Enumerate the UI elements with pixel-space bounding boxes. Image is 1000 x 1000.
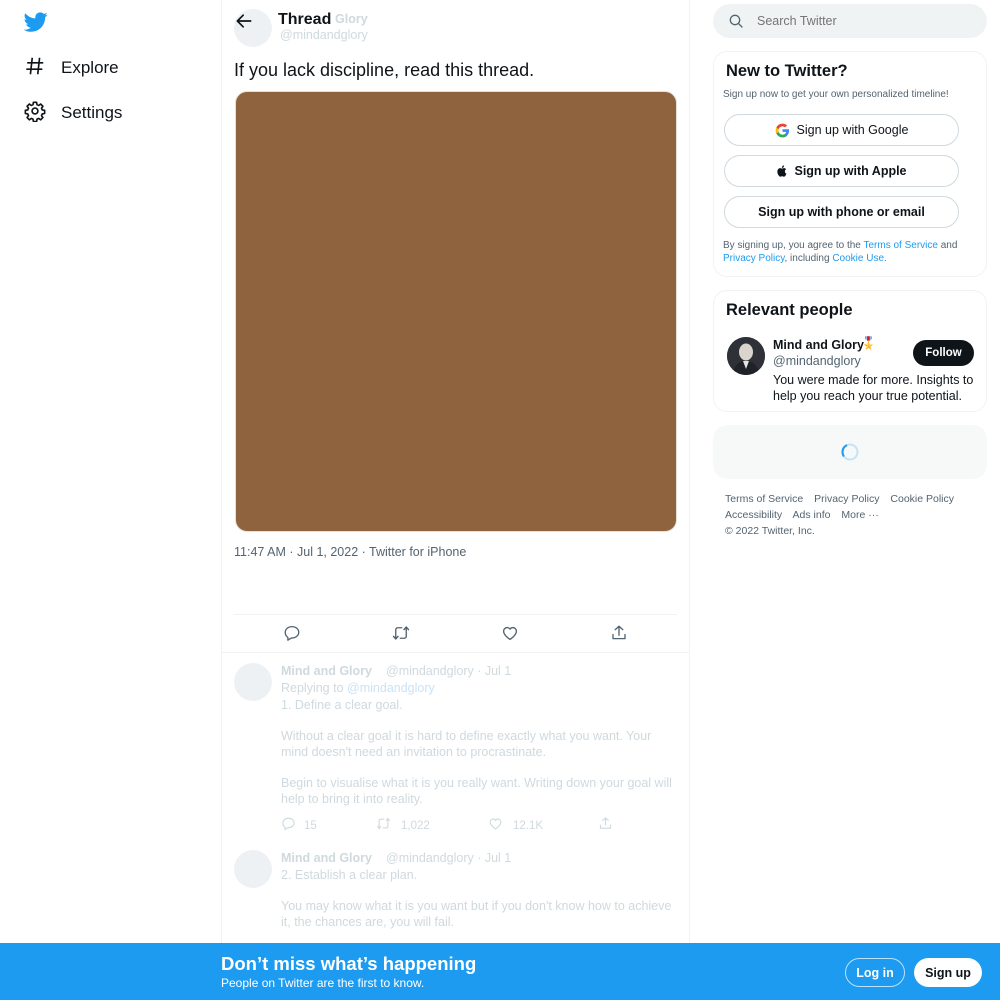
apple-logo-icon — [776, 164, 789, 178]
reply-stat-replies[interactable]: 15 — [281, 816, 317, 836]
reply-handle-date: @mindandglory · Jul 1 — [386, 664, 512, 678]
reply-icon — [281, 816, 296, 836]
nav-item-settings[interactable]: Settings — [24, 93, 122, 133]
retweet-icon[interactable] — [392, 624, 410, 642]
signup-card-title: New to Twitter? — [726, 62, 848, 80]
signup-card-subtitle: Sign up now to get your own personalized… — [723, 89, 949, 100]
reply-handle-date: @mindandglory · Jul 1 — [386, 851, 512, 865]
reply-author-name: Mind and Glory — [281, 664, 372, 678]
reply-paragraph: Begin to visualise what it is you really… — [281, 776, 672, 807]
back-arrow-icon[interactable] — [234, 11, 254, 31]
reply-body: 1. Define a clear goal. Without a clear … — [281, 698, 679, 808]
reply-author-name: Mind and Glory — [281, 851, 372, 865]
replying-to-label: Replying to — [281, 681, 344, 695]
cookie-link[interactable]: Cookie Use. — [832, 253, 886, 264]
divider — [222, 652, 689, 653]
reply-paragraph: 1. Define a clear goal. — [281, 698, 403, 712]
signup-google-label: Sign up with Google — [796, 123, 909, 137]
footer-links: Terms of Service Privacy Policy Cookie P… — [725, 491, 975, 539]
login-button[interactable]: Log in — [845, 958, 905, 987]
reply-paragraph: Without a clear goal it is hard to defin… — [281, 729, 652, 760]
nav-item-explore[interactable]: Explore — [24, 48, 119, 88]
replying-to-handle[interactable]: @mindandglory — [347, 681, 435, 695]
loading-spinner-icon — [840, 442, 860, 462]
retweet-icon — [376, 816, 391, 836]
author-handle-faded: @mindandglory — [280, 28, 368, 42]
banner-subtitle: People on Twitter are the first to know. — [221, 976, 425, 990]
tweet-text: If you lack discipline, read this thread… — [234, 60, 535, 80]
twitter-bird-icon[interactable] — [23, 10, 48, 34]
nav-item-label: Settings — [61, 103, 123, 122]
footer-link-ads-info[interactable]: Ads info — [793, 509, 831, 521]
reply-count: 15 — [304, 820, 317, 832]
signup-phone-email-label: Sign up with phone or email — [758, 205, 925, 219]
tweet-meta: 11:47 AM · Jul 1, 2022 · Twitter for iPh… — [234, 545, 467, 559]
replying-to: Replying to @mindandglory — [281, 681, 435, 695]
person-handle: @mindandglory — [773, 354, 861, 368]
footer-link-privacy[interactable]: Privacy Policy — [814, 493, 879, 505]
banner-title: Don’t miss what’s happening — [221, 953, 477, 974]
footer-copyright: © 2022 Twitter, Inc. — [725, 525, 815, 537]
reply-body: 2. Establish a clear plan. You may know … — [281, 868, 679, 931]
legal-text: , including — [784, 253, 830, 264]
privacy-link[interactable]: Privacy Policy — [723, 253, 785, 264]
reply-icon[interactable] — [283, 624, 301, 642]
avatar[interactable] — [727, 337, 765, 375]
like-icon[interactable] — [501, 624, 519, 642]
login-label: Log in — [856, 965, 894, 980]
author-name-faded: Glory — [335, 12, 368, 26]
footer-link-accessibility[interactable]: Accessibility — [725, 509, 782, 521]
signup-button[interactable]: Sign up — [914, 958, 982, 987]
person-name[interactable]: Mind and Glory — [773, 338, 864, 352]
legal-text: By signing up, you agree to the — [723, 240, 861, 251]
nav-item-label: Explore — [61, 58, 119, 77]
follow-button[interactable]: Follow — [913, 340, 974, 366]
medal-badge-icon: 🎖️ — [861, 336, 876, 350]
signup-apple-button[interactable]: Sign up with Apple — [724, 155, 959, 187]
like-icon — [488, 816, 503, 836]
tweet-media-image[interactable] — [235, 91, 677, 532]
footer-link-terms[interactable]: Terms of Service — [725, 493, 803, 505]
share-icon[interactable] — [598, 816, 613, 836]
reply-stat-retweets[interactable]: 1,022 — [376, 816, 430, 836]
retweet-count: 1,022 — [401, 820, 430, 832]
left-nav: Explore Settings — [0, 0, 222, 1000]
bottom-signup-banner: Don’t miss what’s happening People on Tw… — [0, 943, 1000, 1000]
page-title: Thread — [278, 11, 332, 29]
main-column: Glory @mindandglory Thread If you lack d… — [221, 0, 690, 1000]
follow-label: Follow — [925, 347, 962, 359]
signup-phone-email-button[interactable]: Sign up with phone or email — [724, 196, 959, 228]
reply-stat-likes[interactable]: 12.1K — [488, 816, 543, 836]
relevant-people-title: Relevant people — [726, 301, 853, 319]
search-bar[interactable] — [713, 4, 987, 38]
signup-apple-label: Sign up with Apple — [794, 164, 907, 178]
person-bio: You were made for more. Insights to help… — [773, 373, 974, 403]
signup-card: New to Twitter? Sign up now to get your … — [713, 51, 987, 277]
legal-text: and — [940, 240, 958, 251]
relevant-people-card: Relevant people Mind and Glory 🎖️ @minda… — [713, 290, 987, 412]
divider — [234, 614, 677, 615]
hashtag-icon — [24, 55, 46, 82]
signup-label: Sign up — [925, 965, 971, 980]
footer-link-more[interactable]: More ··· — [841, 509, 878, 521]
google-logo-icon — [775, 123, 790, 138]
share-icon[interactable] — [610, 624, 628, 642]
terms-link[interactable]: Terms of Service — [863, 240, 937, 251]
reply-paragraph: You may know what it is you want but if … — [281, 899, 672, 930]
search-input[interactable] — [757, 14, 967, 28]
reply-paragraph: 2. Establish a clear plan. — [281, 868, 418, 882]
like-count: 12.1K — [513, 820, 544, 832]
loading-card — [713, 425, 987, 479]
signup-google-button[interactable]: Sign up with Google — [724, 114, 959, 146]
gear-icon — [24, 100, 46, 127]
footer-link-cookie[interactable]: Cookie Policy — [890, 493, 954, 505]
avatar — [234, 663, 272, 701]
search-icon — [728, 13, 744, 29]
signup-legal-text: By signing up, you agree to the Terms of… — [723, 239, 981, 265]
avatar — [234, 850, 272, 888]
